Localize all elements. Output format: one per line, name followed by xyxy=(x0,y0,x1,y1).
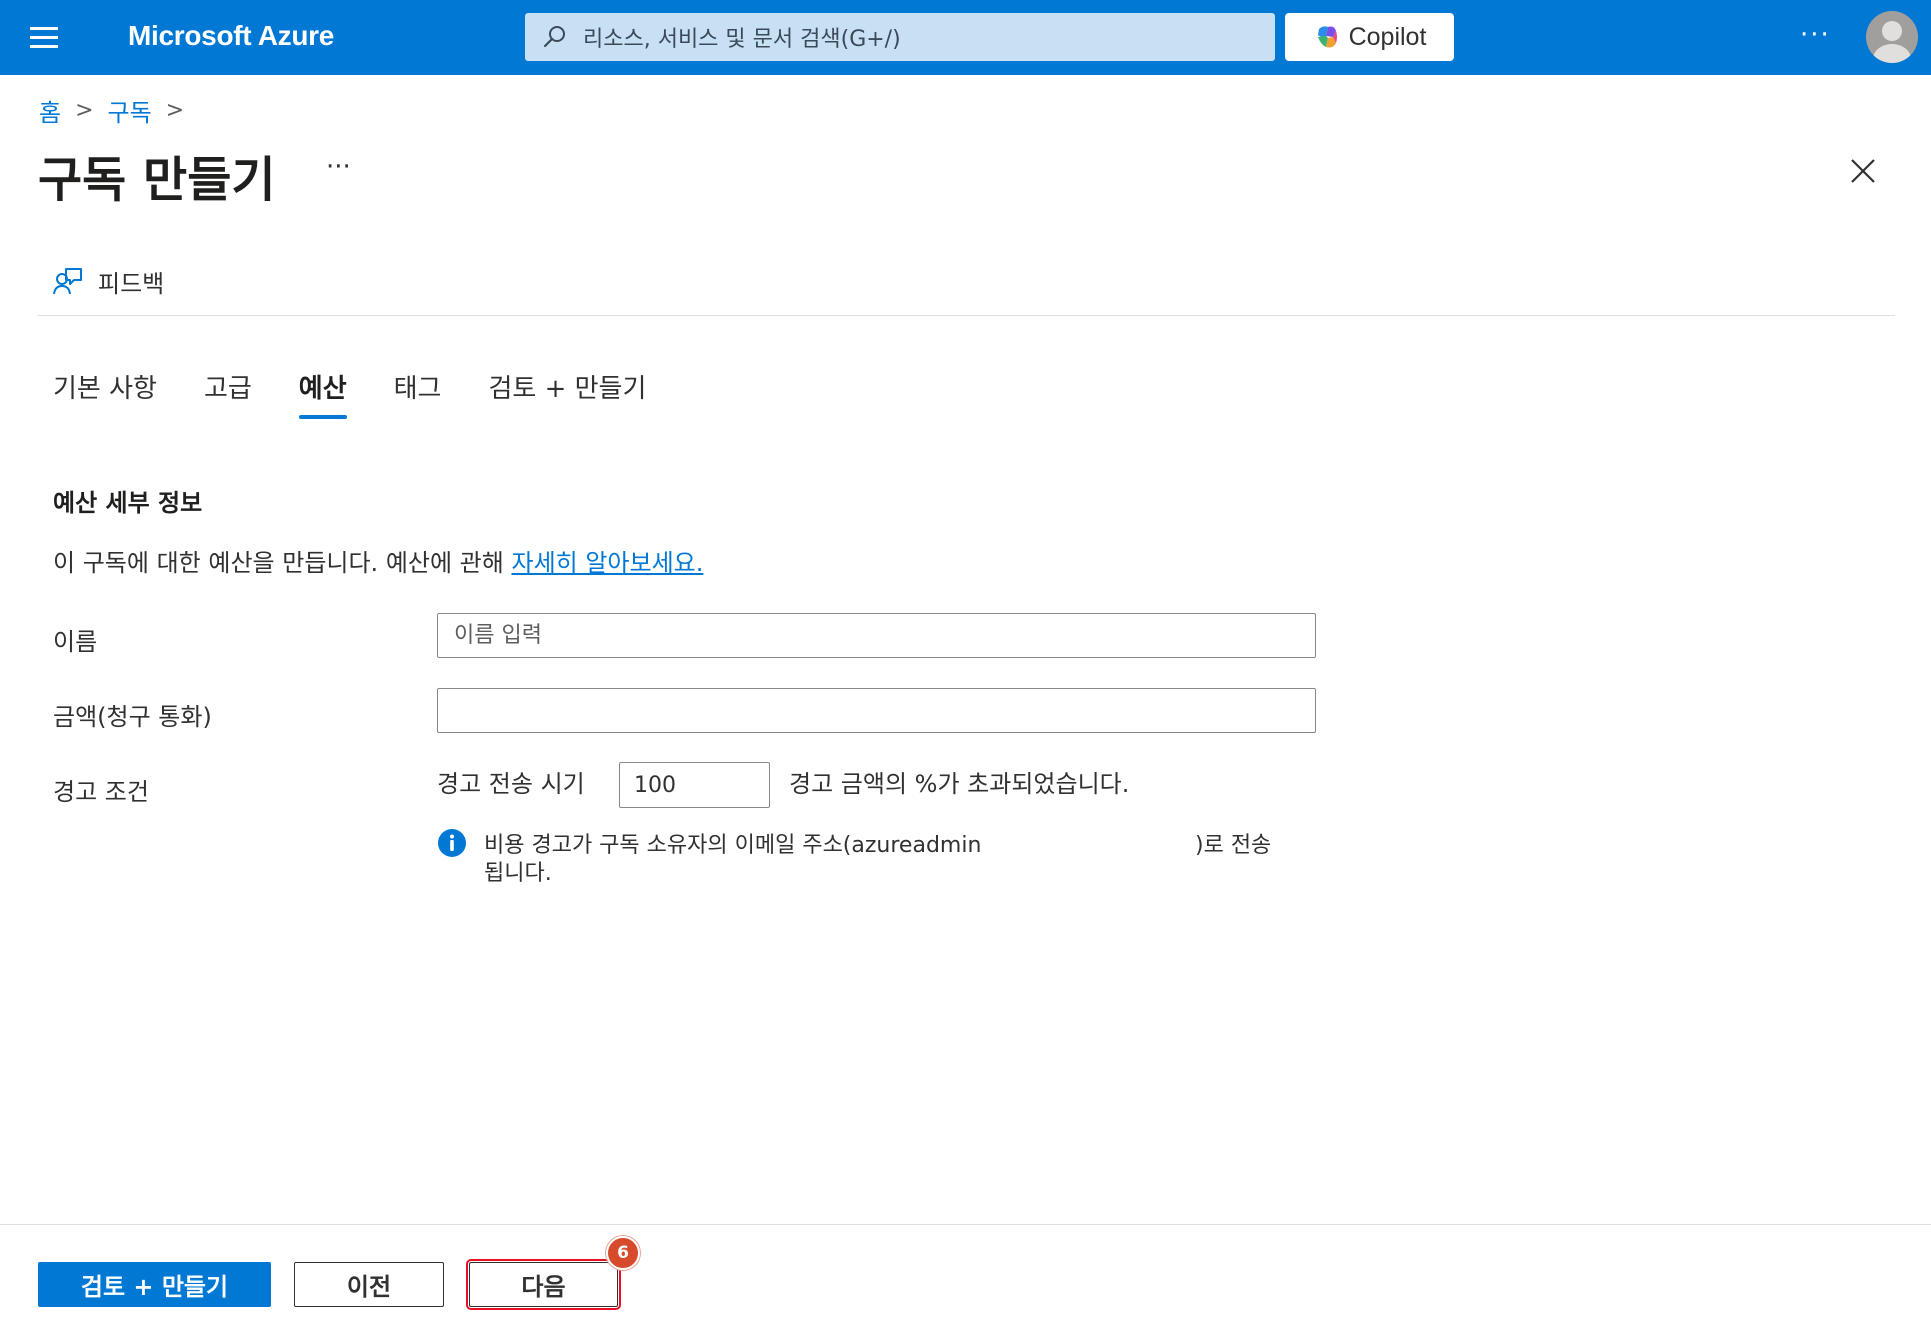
wizard-tabs: 기본 사항 고급 예산 태그 검토 + 만들기 xyxy=(53,368,693,419)
footer-divider xyxy=(0,1224,1931,1225)
feedback-label: 피드백 xyxy=(98,270,165,298)
menu-icon[interactable] xyxy=(30,27,60,49)
info-message-part2: )로 전송 xyxy=(1195,833,1272,858)
feedback-icon xyxy=(53,267,82,294)
copilot-label: Copilot xyxy=(1348,22,1427,51)
breadcrumb-separator: > xyxy=(165,98,185,123)
search-placeholder: 리소스, 서비스 및 문서 검색(G+/) xyxy=(583,27,901,52)
name-input[interactable] xyxy=(437,613,1316,658)
amount-label: 금액(청구 통화) xyxy=(53,703,212,731)
step-badge: 6 xyxy=(606,1236,640,1270)
top-bar: Microsoft Azure 리소스, 서비스 및 문서 검색(G+/) Co… xyxy=(0,0,1931,75)
tab-budget[interactable]: 예산 xyxy=(298,368,347,419)
next-button[interactable]: 다음 xyxy=(466,1259,621,1310)
search-box[interactable]: 리소스, 서비스 및 문서 검색(G+/) xyxy=(525,13,1275,61)
user-icon xyxy=(1873,21,1911,63)
budget-description: 이 구독에 대한 예산을 만듭니다. 예산에 관해 자세히 알아보세요. xyxy=(53,543,703,578)
search-icon xyxy=(543,26,565,48)
divider xyxy=(38,315,1895,316)
review-create-button[interactable]: 검토 + 만들기 xyxy=(38,1262,271,1307)
tab-basics[interactable]: 기본 사항 xyxy=(53,368,157,419)
alert-suffix-label: 경고 금액의 %가 초과되었습니다. xyxy=(789,770,1130,798)
amount-input[interactable] xyxy=(437,688,1316,733)
name-label: 이름 xyxy=(53,628,98,656)
breadcrumb-separator: > xyxy=(75,98,94,123)
threshold-input[interactable] xyxy=(619,762,770,808)
alert-condition-label: 경고 조건 xyxy=(53,778,149,806)
alert-when-label: 경고 전송 시기 xyxy=(437,770,585,798)
close-icon[interactable] xyxy=(1850,158,1876,184)
description-text: 이 구독에 대한 예산을 만듭니다. 예산에 관해 xyxy=(53,549,504,577)
breadcrumb: 홈 > 구독 > xyxy=(39,93,198,128)
copilot-button[interactable]: Copilot xyxy=(1285,13,1454,61)
copilot-icon xyxy=(1317,26,1337,48)
tab-review-create[interactable]: 검토 + 만들기 xyxy=(488,368,646,419)
info-icon xyxy=(438,829,466,857)
info-message-part3: 됩니다. xyxy=(484,861,552,886)
brand-title[interactable]: Microsoft Azure xyxy=(128,20,334,52)
tab-tags[interactable]: 태그 xyxy=(394,368,442,419)
tab-advanced[interactable]: 고급 xyxy=(204,368,252,419)
breadcrumb-home[interactable]: 홈 xyxy=(39,93,61,128)
breadcrumb-subscriptions[interactable]: 구독 xyxy=(108,93,152,128)
title-more-icon[interactable]: ··· xyxy=(326,152,351,182)
previous-button[interactable]: 이전 xyxy=(294,1262,444,1307)
info-message-part1: 비용 경고가 구독 소유자의 이메일 주소(azureadmin xyxy=(484,833,982,858)
feedback-button[interactable]: 피드백 xyxy=(52,264,164,299)
page-title: 구독 만들기 xyxy=(38,152,276,208)
more-options-icon[interactable]: ··· xyxy=(1800,20,1831,50)
learn-more-link[interactable]: 자세히 알아보세요. xyxy=(511,549,703,577)
section-title: 예산 세부 정보 xyxy=(53,489,203,517)
avatar[interactable] xyxy=(1866,11,1918,63)
